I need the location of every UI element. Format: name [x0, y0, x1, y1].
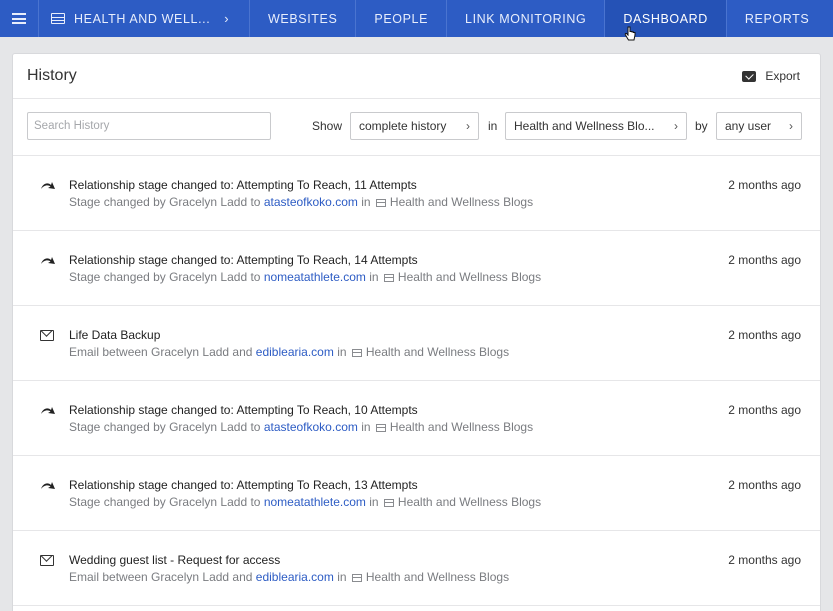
- tab-label: LINK MONITORING: [465, 11, 587, 26]
- relationship-arrow-icon: [41, 182, 55, 189]
- detail-text: Stage changed by Gracelyn Ladd to: [69, 420, 261, 434]
- user-value: any user: [725, 119, 772, 133]
- project-grid-icon: [51, 13, 65, 24]
- history-row: Wedding guest list - Request for access …: [13, 531, 820, 606]
- history-item-detail: Stage changed by Gracelyn Ladd to nomeat…: [69, 270, 541, 284]
- tab-websites[interactable]: WEBSITES: [250, 0, 357, 37]
- user-select[interactable]: any user ›: [716, 112, 802, 140]
- timestamp: 2 months ago: [728, 178, 801, 192]
- site-link[interactable]: ediblearia.com: [256, 570, 334, 584]
- in-label: in: [488, 119, 498, 133]
- page-title: History: [27, 67, 77, 84]
- tab-label: REPORTS: [744, 11, 810, 26]
- project-grid-icon: [351, 574, 362, 582]
- envelope-icon: [40, 330, 54, 341]
- relationship-arrow-icon: [41, 257, 55, 264]
- project-name: Health and Wellness Blogs: [397, 495, 542, 509]
- project-name: Health and Wellness Blogs: [365, 345, 510, 359]
- export-label: Export: [765, 69, 800, 83]
- in-text: in: [337, 345, 347, 359]
- history-item-detail: Stage changed by Gracelyn Ladd to nomeat…: [69, 495, 541, 509]
- detail-text: Stage changed by Gracelyn Ladd to: [69, 195, 261, 209]
- history-row: Relationship stage changed to: Attemptin…: [13, 381, 820, 456]
- history-panel: History Export Show complete history › i…: [12, 53, 821, 611]
- chevron-right-icon: ›: [789, 119, 793, 133]
- project-grid-icon: [375, 424, 386, 432]
- project-value: Health and Wellness Blo...: [514, 119, 655, 133]
- menu-button[interactable]: [0, 0, 39, 37]
- export-icon: [742, 70, 757, 82]
- project-selector[interactable]: HEALTH AND WELL... ›: [39, 0, 250, 37]
- hamburger-icon: [12, 13, 26, 24]
- in-text: in: [369, 270, 379, 284]
- detail-text: Stage changed by Gracelyn Ladd to: [69, 495, 261, 509]
- history-row: Life Data Backup Email between Gracelyn …: [13, 306, 820, 381]
- history-item-detail: Email between Gracelyn Ladd and ediblear…: [69, 570, 509, 584]
- site-link[interactable]: atasteofkoko.com: [264, 420, 358, 434]
- hand-cursor-icon: [624, 26, 636, 41]
- project-name: Health and Wellness Blogs: [389, 420, 534, 434]
- history-item-title: Life Data Backup: [69, 328, 161, 342]
- tab-link-monitoring[interactable]: LINK MONITORING: [447, 0, 606, 37]
- history-item-title: Relationship stage changed to: Attemptin…: [69, 478, 418, 492]
- relationship-arrow-icon: [41, 407, 55, 414]
- detail-text: Stage changed by Gracelyn Ladd to: [69, 270, 261, 284]
- project-grid-icon: [383, 274, 394, 282]
- project-grid-icon: [351, 349, 362, 357]
- show-label: Show: [312, 119, 343, 133]
- in-text: in: [361, 420, 371, 434]
- project-grid-icon: [383, 499, 394, 507]
- relationship-arrow-icon: [41, 482, 55, 489]
- tab-reports[interactable]: REPORTS: [727, 0, 827, 37]
- top-nav: HEALTH AND WELL... › WEBSITES PEOPLE LIN…: [0, 0, 833, 37]
- history-row: Relationship stage changed to: Attemptin…: [13, 231, 820, 306]
- history-row: Relationship stage changed to: Attemptin…: [13, 456, 820, 531]
- in-text: in: [361, 195, 371, 209]
- filter-bar: Show complete history › in Health and We…: [13, 99, 820, 156]
- tab-label: DASHBOARD: [623, 11, 708, 26]
- panel-header: History Export: [13, 54, 820, 99]
- site-link[interactable]: atasteofkoko.com: [264, 195, 358, 209]
- in-text: in: [369, 495, 379, 509]
- project-name: Health and Wellness Blogs: [389, 195, 534, 209]
- chevron-right-icon: ›: [224, 11, 230, 26]
- history-item-detail: Stage changed by Gracelyn Ladd to ataste…: [69, 195, 533, 209]
- timestamp: 2 months ago: [728, 403, 801, 417]
- tab-people[interactable]: PEOPLE: [356, 0, 448, 37]
- tab-label: PEOPLE: [374, 11, 429, 26]
- history-item-title: Relationship stage changed to: Attemptin…: [69, 253, 418, 267]
- by-label: by: [695, 119, 708, 133]
- history-row: Relationship stage changed to: Attemptin…: [13, 156, 820, 231]
- envelope-icon: [40, 555, 54, 566]
- in-text: in: [337, 570, 347, 584]
- project-select[interactable]: Health and Wellness Blo... ›: [505, 112, 687, 140]
- history-item-detail: Stage changed by Gracelyn Ladd to ataste…: [69, 420, 533, 434]
- history-item-title: Relationship stage changed to: Attemptin…: [69, 403, 418, 417]
- timestamp: 2 months ago: [728, 478, 801, 492]
- search-input[interactable]: [27, 112, 271, 140]
- site-link[interactable]: ediblearia.com: [256, 345, 334, 359]
- chevron-right-icon: ›: [466, 119, 470, 133]
- site-link[interactable]: nomeatathlete.com: [264, 495, 366, 509]
- timestamp: 2 months ago: [728, 553, 801, 567]
- detail-text: Email between Gracelyn Ladd and: [69, 570, 253, 584]
- export-button[interactable]: Export: [742, 69, 800, 83]
- project-name: Health and Wellness Blogs: [397, 270, 542, 284]
- project-name: HEALTH AND WELL...: [74, 11, 211, 26]
- timestamp: 2 months ago: [728, 253, 801, 267]
- project-name: Health and Wellness Blogs: [365, 570, 510, 584]
- history-item-title: Wedding guest list - Request for access: [69, 553, 281, 567]
- history-item-title: Relationship stage changed to: Attemptin…: [69, 178, 417, 192]
- timestamp: 2 months ago: [728, 328, 801, 342]
- detail-text: Email between Gracelyn Ladd and: [69, 345, 253, 359]
- chevron-right-icon: ›: [674, 119, 678, 133]
- history-item-detail: Email between Gracelyn Ladd and ediblear…: [69, 345, 509, 359]
- project-grid-icon: [375, 199, 386, 207]
- tab-label: WEBSITES: [268, 11, 338, 26]
- show-select[interactable]: complete history ›: [350, 112, 479, 140]
- site-link[interactable]: nomeatathlete.com: [264, 270, 366, 284]
- show-value: complete history: [359, 119, 447, 133]
